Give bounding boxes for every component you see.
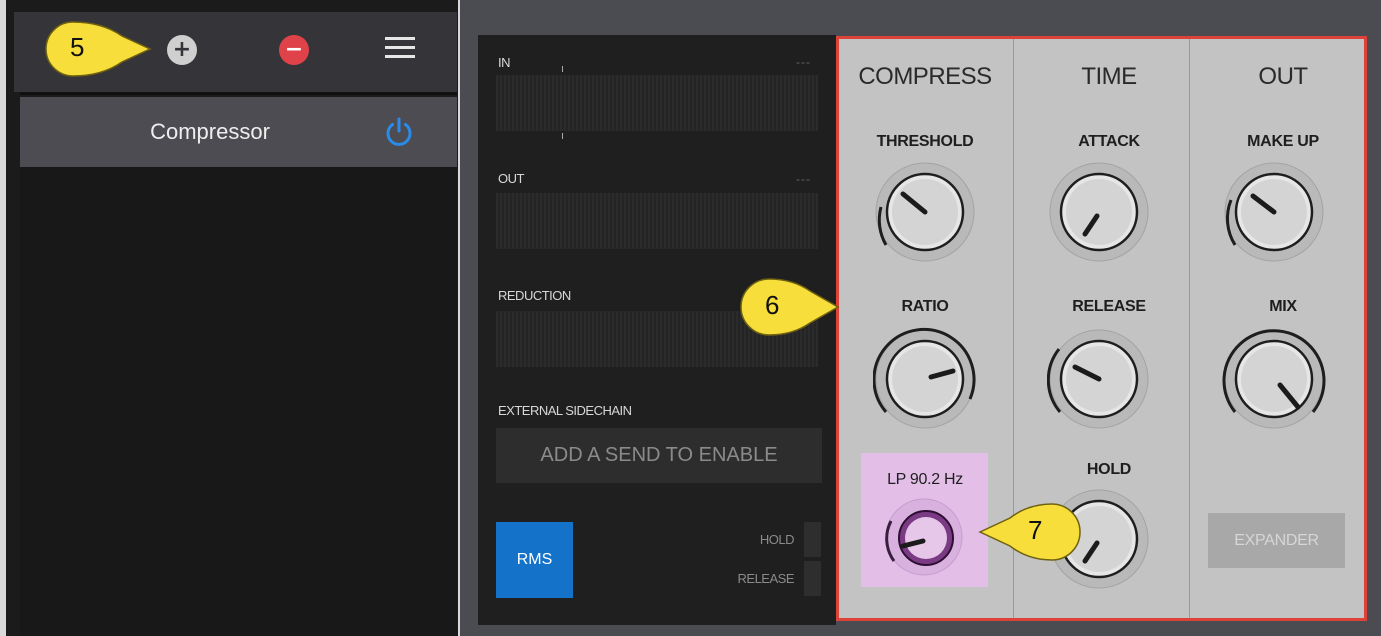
lowpass-filter-label: LP 90.2 Hz	[887, 471, 963, 488]
sidechain-label: EXTERNAL SIDECHAIN	[498, 403, 632, 418]
callout-5: 5	[42, 16, 154, 78]
expander-button[interactable]: EXPANDER	[1208, 513, 1345, 568]
hamburger-menu-icon[interactable]	[385, 35, 415, 61]
hold-indicator[interactable]	[804, 522, 821, 557]
callout-6: 6	[738, 276, 840, 338]
hold-label: HOLD	[1086, 461, 1132, 478]
callout-5-number: 5	[70, 32, 85, 62]
attack-knob[interactable]	[1047, 160, 1151, 264]
release-knob[interactable]	[1046, 327, 1151, 431]
release-indicator-label: RELEASE	[737, 571, 795, 586]
sidechain-send-button[interactable]: ADD A SEND TO ENABLE	[496, 428, 822, 483]
makeup-label: MAKE UP	[1247, 133, 1319, 150]
release-indicator[interactable]	[804, 561, 821, 596]
release-label: RELEASE	[1072, 298, 1146, 315]
in-meter-label: IN	[498, 55, 511, 70]
power-icon[interactable]	[382, 115, 416, 149]
hold-indicator-label: HOLD	[759, 532, 795, 547]
mix-knob[interactable]	[1222, 327, 1326, 431]
device-chain-area	[20, 167, 457, 636]
ratio-knob[interactable]	[872, 327, 977, 431]
plus-circle-icon[interactable]: +	[167, 35, 197, 65]
in-meter	[496, 75, 818, 131]
lowpass-filter-knob[interactable]	[877, 495, 971, 577]
threshold-knob[interactable]	[873, 160, 977, 264]
device-name: Compressor	[150, 119, 270, 144]
out-meter-value: ---	[796, 172, 811, 186]
device-header[interactable]: Compressor	[20, 97, 457, 167]
in-meter-tick-bottom	[562, 133, 563, 139]
in-meter-value: ---	[796, 55, 811, 69]
makeup-knob[interactable]	[1222, 160, 1326, 264]
ratio-label: RATIO	[901, 298, 949, 315]
callout-7: 7	[978, 500, 1084, 564]
out-meter	[496, 193, 818, 249]
in-meter-tick-top	[562, 66, 563, 72]
out-title: OUT	[1258, 63, 1308, 90]
mix-label: MIX	[1269, 298, 1297, 315]
compress-title: COMPRESS	[858, 63, 992, 90]
column-divider	[1189, 39, 1190, 618]
minus-circle-icon[interactable]: −	[279, 35, 309, 65]
attack-label: ATTACK	[1078, 133, 1140, 150]
time-title: TIME	[1081, 63, 1137, 90]
out-meter-label: OUT	[498, 171, 524, 186]
toolbar-divider	[20, 92, 457, 95]
threshold-label: THRESHOLD	[876, 133, 974, 150]
callout-7-number: 7	[1028, 515, 1043, 545]
rms-button[interactable]: RMS	[496, 522, 573, 598]
reduction-meter-label: REDUCTION	[498, 288, 571, 303]
callout-6-number: 6	[765, 290, 780, 320]
